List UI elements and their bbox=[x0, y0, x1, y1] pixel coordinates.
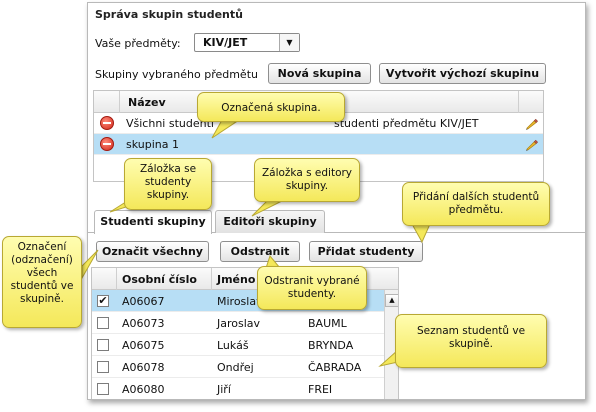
student-first-name: Jaroslav bbox=[217, 317, 261, 330]
group-row-selected[interactable]: skupina 1 bbox=[94, 134, 543, 155]
pencil-icon[interactable] bbox=[524, 116, 539, 131]
group-name: skupina 1 bbox=[126, 138, 179, 151]
student-first-name: Jiří bbox=[217, 383, 231, 396]
delete-icon[interactable] bbox=[100, 137, 114, 151]
column-header-first-name[interactable]: Jméno bbox=[217, 273, 255, 286]
student-id: A06073 bbox=[122, 317, 165, 330]
student-last-name: BRYNDA bbox=[308, 339, 354, 352]
student-row[interactable]: A06073 Jaroslav BAUML bbox=[92, 312, 384, 334]
callout-select-toggle: Označení (odznačení) všech studentů ve s… bbox=[2, 236, 82, 328]
column-header-name[interactable]: Název bbox=[128, 96, 166, 109]
scroll-up-arrow-icon[interactable]: ▲ bbox=[385, 294, 398, 307]
callout-add-more: Přidání dalších studentů předmětu. bbox=[402, 182, 550, 226]
subjects-label: Vaše předměty: bbox=[95, 37, 181, 50]
student-id: A06067 bbox=[122, 295, 165, 308]
student-last-name: BAUML bbox=[308, 317, 347, 330]
callout-selected-group: Označená skupina. bbox=[197, 92, 345, 122]
subject-select-value: KIV/JET bbox=[203, 36, 248, 49]
column-header-id[interactable]: Osobní číslo bbox=[122, 273, 197, 286]
group-description: studenti předmětu KIV/JET bbox=[334, 117, 479, 130]
student-first-name: Miroslav bbox=[217, 295, 263, 308]
delete-icon[interactable] bbox=[100, 116, 114, 130]
student-row[interactable]: A06075 Lukáš BRYNDA bbox=[92, 334, 384, 356]
student-last-name: ČABRADA bbox=[308, 361, 362, 374]
student-checkbox[interactable] bbox=[97, 339, 109, 351]
student-checkbox[interactable] bbox=[97, 317, 109, 329]
student-first-name: Lukáš bbox=[217, 339, 249, 352]
chevron-down-icon[interactable]: ▼ bbox=[279, 34, 299, 51]
callout-students-tab: Záložka se studenty skupiny. bbox=[124, 158, 212, 210]
callout-editors-tab: Záložka s editory skupiny. bbox=[254, 158, 360, 202]
student-row[interactable]: A06078 Ondřej ČABRADA bbox=[92, 356, 384, 378]
student-id: A06075 bbox=[122, 339, 165, 352]
remove-button[interactable]: Odstranit bbox=[220, 241, 300, 262]
student-checkbox[interactable]: ✔ bbox=[97, 295, 109, 307]
student-first-name: Ondřej bbox=[217, 361, 254, 374]
tab-group-editors[interactable]: Editoři skupiny bbox=[215, 210, 325, 233]
student-checkbox[interactable] bbox=[97, 361, 109, 373]
pencil-icon[interactable] bbox=[524, 137, 539, 152]
callout-students-list: Seznam studentů ve skupině. bbox=[395, 314, 547, 368]
student-id: A06080 bbox=[122, 383, 165, 396]
panel-title: Správa skupin studentů bbox=[95, 8, 243, 21]
tab-group-students[interactable]: Studenti skupiny bbox=[94, 210, 212, 234]
student-id: A06078 bbox=[122, 361, 165, 374]
student-checkbox[interactable] bbox=[97, 383, 109, 395]
create-default-group-button[interactable]: Vytvořit výchozí skupinu bbox=[379, 63, 546, 84]
student-row[interactable]: A06080 Jiří FREI bbox=[92, 378, 384, 399]
select-all-button[interactable]: Označit všechny bbox=[96, 241, 209, 262]
add-students-button[interactable]: Přidat studenty bbox=[309, 241, 423, 262]
callout-remove-selected: Odstranit vybrané studenty. bbox=[257, 266, 367, 310]
subject-select[interactable]: KIV/JET ▼ bbox=[194, 33, 300, 52]
groups-label: Skupiny vybraného předmětu bbox=[95, 68, 258, 81]
student-last-name: FREI bbox=[308, 383, 333, 396]
new-group-button[interactable]: Nová skupina bbox=[268, 63, 371, 84]
